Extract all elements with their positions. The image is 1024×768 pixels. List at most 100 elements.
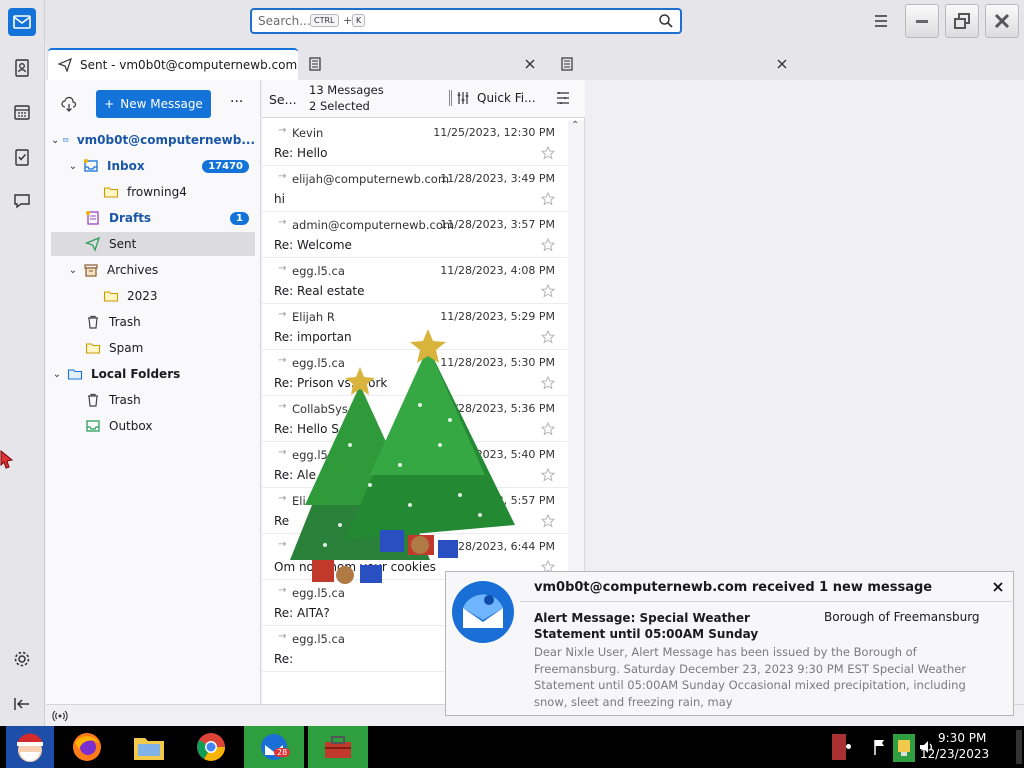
star-icon[interactable] bbox=[541, 514, 555, 528]
notification-sender: Borough of Freemansburg bbox=[824, 610, 980, 624]
star-icon[interactable] bbox=[541, 330, 555, 344]
firefox-icon bbox=[73, 733, 101, 761]
tab-message-2[interactable] bbox=[560, 48, 574, 80]
folder-spam[interactable]: Spam bbox=[51, 336, 255, 360]
folder-icon bbox=[103, 291, 119, 302]
shortcut-key: K bbox=[352, 14, 366, 27]
folder-drafts[interactable]: Drafts 1 bbox=[51, 206, 255, 230]
star-icon[interactable] bbox=[541, 468, 555, 482]
folder-archives[interactable]: ⌄ Archives bbox=[51, 258, 255, 282]
notification-subject: Alert Message: Special Weather Statement… bbox=[534, 611, 759, 641]
address-book-icon bbox=[15, 59, 29, 77]
chat-button[interactable] bbox=[8, 187, 36, 215]
new-mail-notification[interactable]: vm0b0t@computernewb.com received 1 new m… bbox=[445, 571, 1014, 716]
restore-button[interactable] bbox=[945, 4, 979, 38]
tab-close-2[interactable] bbox=[776, 48, 788, 80]
local-outbox[interactable]: Outbox bbox=[51, 414, 255, 438]
tab-sent[interactable]: Sent - vm0b0t@computernewb.com bbox=[48, 48, 298, 80]
account-row[interactable]: ⌄ vm0b0t@computernewb... bbox=[51, 128, 255, 152]
mail-space-button[interactable] bbox=[8, 8, 36, 36]
star-icon[interactable] bbox=[541, 238, 555, 252]
folder-label: Trash bbox=[109, 393, 141, 407]
start-button[interactable] bbox=[6, 726, 54, 768]
folder-frowning4[interactable]: frowning4 bbox=[51, 180, 255, 204]
splitter-handle[interactable] bbox=[449, 90, 452, 106]
tasks-button[interactable] bbox=[8, 143, 36, 171]
replied-icon: → bbox=[278, 217, 287, 228]
tray-network[interactable] bbox=[893, 734, 915, 762]
star-icon[interactable] bbox=[541, 146, 555, 160]
folder-sent[interactable]: Sent bbox=[51, 232, 255, 256]
show-desktop-button[interactable] bbox=[1016, 730, 1022, 764]
shortcut-ctrl: CTRL bbox=[310, 14, 339, 27]
taskbar-toolbox[interactable] bbox=[308, 726, 368, 768]
taskbar-firefox[interactable] bbox=[68, 729, 106, 765]
quick-filter-button[interactable]: Quick Fi... bbox=[477, 91, 536, 105]
unread-badge: 17470 bbox=[202, 159, 249, 173]
search-placeholder: Search... bbox=[258, 14, 311, 28]
settings-button[interactable] bbox=[8, 645, 36, 673]
taskbar-explorer[interactable] bbox=[130, 729, 168, 765]
christmas-tree-decoration bbox=[290, 329, 515, 584]
tray-indicator[interactable] bbox=[832, 734, 846, 760]
taskbar-chrome[interactable] bbox=[192, 729, 230, 765]
folder-label: Spam bbox=[109, 341, 144, 355]
close-window-button[interactable] bbox=[985, 4, 1019, 38]
message-row[interactable]: → admin@computernewb.com 11/28/2023, 3:57 … bbox=[262, 212, 567, 258]
message-sender: elijah@computernewb.com bbox=[292, 172, 450, 186]
message-row[interactable]: → Kevin 11/25/2023, 12:30 PM Re: Hello bbox=[262, 120, 567, 166]
get-messages-icon[interactable] bbox=[61, 96, 77, 112]
tray-dot bbox=[846, 744, 851, 749]
notification-body: Dear Nixle User, Alert Message has been … bbox=[534, 645, 967, 709]
new-message-button[interactable]: + New Message bbox=[96, 90, 211, 118]
folder-label: frowning4 bbox=[127, 185, 187, 199]
chevron-down-icon[interactable]: ⌄ bbox=[51, 135, 59, 146]
taskbar-thunderbird[interactable]: 28 bbox=[244, 726, 304, 768]
chevron-down-icon[interactable]: ⌄ bbox=[67, 265, 79, 276]
star-icon[interactable] bbox=[541, 376, 555, 390]
folder-trash[interactable]: Trash bbox=[51, 310, 255, 334]
thunderbird-logo-icon bbox=[452, 581, 514, 643]
selected-count: 2 Selected bbox=[309, 99, 370, 113]
message-count: 13 Messages bbox=[309, 83, 384, 97]
send-icon bbox=[58, 58, 72, 72]
calendar-button[interactable] bbox=[8, 98, 36, 126]
folder-label: Trash bbox=[109, 315, 141, 329]
search-icon[interactable] bbox=[658, 13, 674, 29]
collapse-spaces-button[interactable] bbox=[8, 690, 36, 718]
search-input[interactable]: Search... CTRL + K bbox=[250, 8, 682, 34]
archive-icon bbox=[84, 264, 98, 277]
folder-inbox[interactable]: ⌄ Inbox 17470 bbox=[51, 154, 255, 178]
tab-message-1[interactable] bbox=[308, 48, 322, 80]
star-icon[interactable] bbox=[541, 422, 555, 436]
star-icon[interactable] bbox=[541, 284, 555, 298]
replied-icon: → bbox=[278, 631, 287, 642]
folder-2023[interactable]: 2023 bbox=[51, 284, 255, 308]
message-subject: hi bbox=[274, 192, 285, 206]
chevron-down-icon[interactable]: ⌄ bbox=[67, 161, 79, 172]
online-status-icon[interactable] bbox=[52, 709, 68, 723]
local-trash[interactable]: Trash bbox=[51, 388, 255, 412]
clock-date[interactable]: 12/23/2023 bbox=[920, 747, 989, 761]
trash-icon bbox=[88, 393, 98, 407]
star-icon[interactable] bbox=[541, 192, 555, 206]
send-icon bbox=[85, 236, 101, 252]
local-folders-row[interactable]: ⌄ Local Folders bbox=[51, 362, 255, 386]
message-row[interactable]: → egg.l5.ca 11/28/2023, 4:08 PM Re: Real es… bbox=[262, 258, 567, 304]
folder-pane: + New Message ··· ⌄ vm0b0t@computernewb.… bbox=[46, 80, 261, 704]
quick-filter-icon bbox=[457, 92, 469, 104]
message-subject: Re: Welcome bbox=[274, 238, 352, 252]
address-book-button[interactable] bbox=[8, 54, 36, 82]
more-options-icon[interactable]: ··· bbox=[230, 94, 243, 110]
clock-time[interactable]: 9:30 PM bbox=[938, 731, 986, 745]
flag-icon[interactable] bbox=[872, 738, 888, 756]
minimize-button[interactable] bbox=[905, 4, 939, 38]
message-row[interactable]: → elijah@computernewb.com 11/28/2023, 3:49… bbox=[262, 166, 567, 212]
message-date: 11/28/2023, 3:49 PM bbox=[440, 172, 555, 185]
display-options-icon[interactable] bbox=[556, 91, 570, 105]
chevron-down-icon[interactable]: ⌄ bbox=[51, 369, 63, 380]
close-icon[interactable] bbox=[992, 581, 1004, 593]
tab-close-1[interactable] bbox=[524, 48, 536, 80]
app-menu-icon[interactable] bbox=[872, 12, 890, 30]
shortcut-plus: + bbox=[343, 14, 353, 27]
